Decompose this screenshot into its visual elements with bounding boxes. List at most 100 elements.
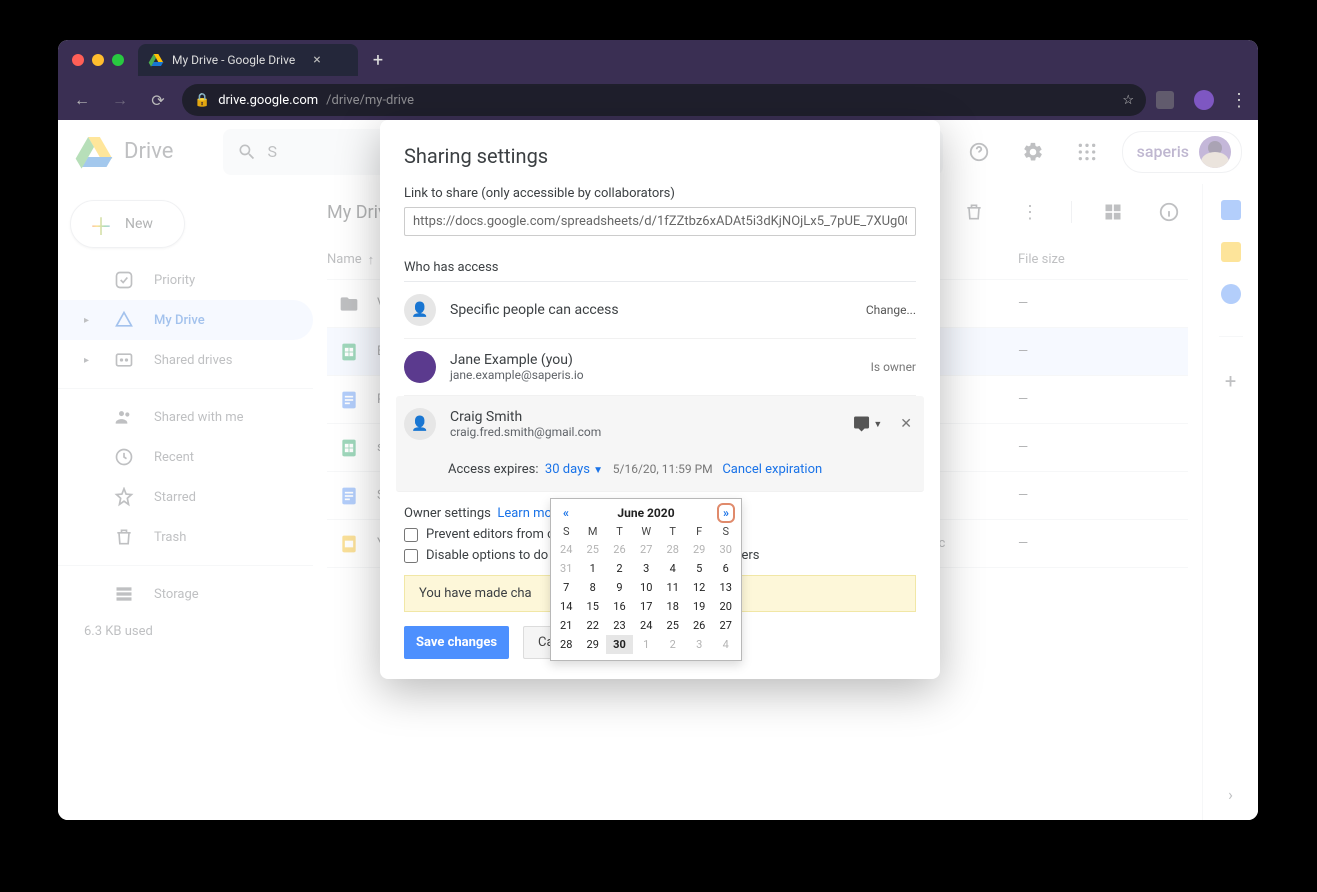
access-list: 👤 Specific people can access Change... J… xyxy=(404,281,916,492)
url-host: drive.google.com xyxy=(218,93,318,108)
calendar-day[interactable]: 30 xyxy=(712,540,739,559)
calendar-day[interactable]: 3 xyxy=(633,559,659,578)
calendar-day[interactable]: 24 xyxy=(633,616,659,635)
content-area: Drive S saperis ＋ New xyxy=(58,120,1258,820)
calendar-day[interactable]: 30 xyxy=(606,635,633,654)
calendar-day[interactable]: 5 xyxy=(686,559,712,578)
dow-label: T xyxy=(659,523,685,540)
browser-window: My Drive - Google Drive × + ← → ⟳ 🔒 driv… xyxy=(58,40,1258,820)
access-owner-row: Jane Example (you) jane.example@saperis.… xyxy=(404,339,916,396)
collab-avatar-icon: 👤 xyxy=(404,408,436,440)
remove-collaborator-icon[interactable]: ✕ xyxy=(896,416,916,432)
chevron-down-icon: ▼ xyxy=(593,465,603,476)
expires-date: 5/16/20, 11:59 PM xyxy=(613,462,713,476)
access-heading: Who has access xyxy=(404,260,916,275)
url-bar[interactable]: 🔒 drive.google.com/drive/my-drive ☆ xyxy=(182,84,1146,116)
save-changes-button[interactable]: Save changes xyxy=(404,626,509,659)
titlebar: My Drive - Google Drive × + xyxy=(58,40,1258,80)
bookmark-star-icon[interactable]: ☆ xyxy=(1122,93,1134,108)
calendar-day[interactable]: 17 xyxy=(633,597,659,616)
calendar-day[interactable]: 12 xyxy=(686,578,712,597)
calendar-day[interactable]: 2 xyxy=(659,635,685,654)
forward-button[interactable]: → xyxy=(106,86,134,114)
owner-email: jane.example@saperis.io xyxy=(450,368,857,382)
calendar-day[interactable]: 10 xyxy=(633,578,659,597)
browser-tab[interactable]: My Drive - Google Drive × xyxy=(138,44,358,76)
calendar-day[interactable]: 4 xyxy=(712,635,739,654)
calendar-day[interactable]: 14 xyxy=(553,597,579,616)
learn-more-link[interactable]: Learn mo xyxy=(497,506,552,521)
calendar-day[interactable]: 28 xyxy=(659,540,685,559)
calendar-grid: SMTWTFS 24252627282930311234567891011121… xyxy=(553,523,739,654)
share-link-input[interactable] xyxy=(404,207,916,236)
window-minimize[interactable] xyxy=(92,54,104,66)
calendar-day[interactable]: 26 xyxy=(686,616,712,635)
access-general-text: Specific people can access xyxy=(450,302,852,318)
calendar-day[interactable]: 3 xyxy=(686,635,712,654)
date-picker: « June 2020 » SMTWTFS 242526272829303112… xyxy=(550,498,742,661)
profile-avatar-icon[interactable] xyxy=(1194,90,1214,110)
calendar-day[interactable]: 31 xyxy=(553,559,579,578)
calendar-day[interactable]: 21 xyxy=(553,616,579,635)
calendar-day[interactable]: 11 xyxy=(659,578,685,597)
calendar-day[interactable]: 6 xyxy=(712,559,739,578)
prev-month-button[interactable]: « xyxy=(559,505,573,521)
expires-label: Access expires: xyxy=(448,462,538,477)
url-bar-row: ← → ⟳ 🔒 drive.google.com/drive/my-drive … xyxy=(58,80,1258,120)
change-access-link[interactable]: Change... xyxy=(866,303,916,317)
tab-title: My Drive - Google Drive xyxy=(172,53,295,67)
calendar-day[interactable]: 28 xyxy=(553,635,579,654)
access-general: 👤 Specific people can access Change... xyxy=(404,282,916,339)
dow-label: M xyxy=(579,523,605,540)
dow-label: W xyxy=(633,523,659,540)
calendar-day[interactable]: 26 xyxy=(606,540,633,559)
back-button[interactable]: ← xyxy=(68,86,96,114)
expires-dropdown[interactable]: 30 days ▼ xyxy=(545,462,603,477)
window-close[interactable] xyxy=(72,54,84,66)
calendar-day[interactable]: 7 xyxy=(553,578,579,597)
calendar-day[interactable]: 8 xyxy=(579,578,605,597)
calendar-day[interactable]: 4 xyxy=(659,559,685,578)
calendar-day[interactable]: 23 xyxy=(606,616,633,635)
calendar-month: June 2020 xyxy=(617,506,674,520)
access-collaborator-row: 👤 Craig Smith craig.fred.smith@gmail.com… xyxy=(396,396,924,492)
dow-label: F xyxy=(686,523,712,540)
url-path: /drive/my-drive xyxy=(326,93,414,108)
calendar-day[interactable]: 25 xyxy=(659,616,685,635)
calendar-day[interactable]: 29 xyxy=(579,635,605,654)
dow-label: T xyxy=(606,523,633,540)
calendar-day[interactable]: 25 xyxy=(579,540,605,559)
browser-menu-icon[interactable]: ⋮ xyxy=(1230,90,1248,111)
calendar-day[interactable]: 19 xyxy=(686,597,712,616)
dow-label: S xyxy=(712,523,739,540)
dow-label: S xyxy=(553,523,579,540)
owner-role: Is owner xyxy=(871,360,916,374)
calendar-day[interactable]: 27 xyxy=(633,540,659,559)
calendar-day[interactable]: 15 xyxy=(579,597,605,616)
lock-icon: 🔒 xyxy=(194,93,210,108)
new-tab-button[interactable]: + xyxy=(364,46,392,74)
calendar-day[interactable]: 1 xyxy=(633,635,659,654)
extension-icon[interactable] xyxy=(1156,91,1174,109)
permission-dropdown[interactable]: ▼ xyxy=(852,412,882,436)
reload-button[interactable]: ⟳ xyxy=(144,86,172,114)
calendar-day[interactable]: 9 xyxy=(606,578,633,597)
calendar-day[interactable]: 16 xyxy=(606,597,633,616)
people-icon: 👤 xyxy=(404,294,436,326)
calendar-day[interactable]: 1 xyxy=(579,559,605,578)
calendar-day[interactable]: 22 xyxy=(579,616,605,635)
cancel-expiration-link[interactable]: Cancel expiration xyxy=(722,462,822,477)
tab-close-icon[interactable]: × xyxy=(313,52,320,68)
next-month-button[interactable]: » xyxy=(719,505,733,521)
calendar-day[interactable]: 20 xyxy=(712,597,739,616)
calendar-day[interactable]: 18 xyxy=(659,597,685,616)
window-maximize[interactable] xyxy=(112,54,124,66)
calendar-day[interactable]: 29 xyxy=(686,540,712,559)
calendar-day[interactable]: 27 xyxy=(712,616,739,635)
collab-name: Craig Smith xyxy=(450,409,838,425)
owner-name: Jane Example (you) xyxy=(450,352,857,368)
calendar-day[interactable]: 2 xyxy=(606,559,633,578)
calendar-day[interactable]: 24 xyxy=(553,540,579,559)
calendar-day[interactable]: 13 xyxy=(712,578,739,597)
drive-favicon xyxy=(148,52,164,68)
